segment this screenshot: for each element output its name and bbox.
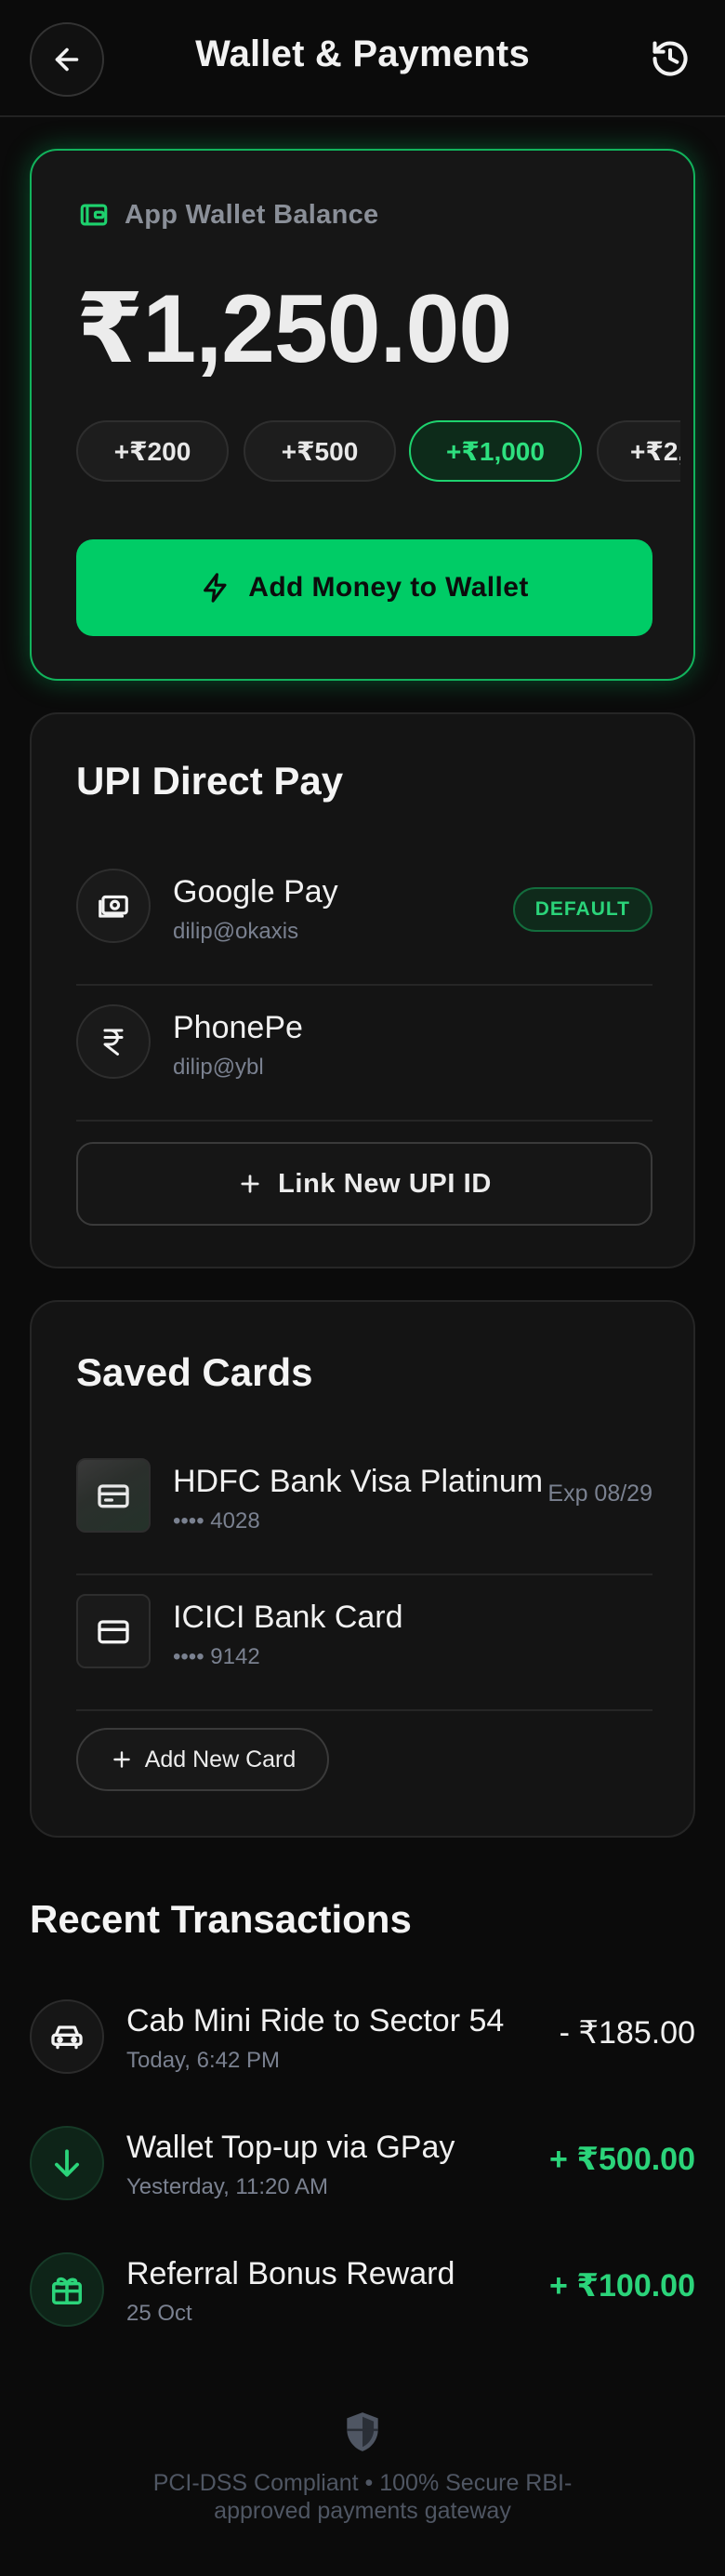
link-upi-label: Link New UPI ID: [278, 1168, 492, 1199]
transaction-name: Wallet Top-up via GPay: [126, 2130, 455, 2165]
security-text: PCI-DSS Compliant • 100% Secure RBI-appr…: [152, 2470, 573, 2524]
history-button[interactable]: [647, 35, 693, 82]
cash-icon: [76, 869, 151, 943]
wallet-balance-card: App Wallet Balance ₹1,250.00 +₹200 +₹500…: [30, 149, 695, 681]
transaction-row[interactable]: Cab Mini Ride to Sector 54 Today, 6:42 P…: [30, 1986, 695, 2089]
add-card-label: Add New Card: [144, 1746, 297, 1773]
upi-name: PhonePe: [173, 1010, 303, 1045]
upi-item-phonepe[interactable]: PhonePe dilip@ybl: [76, 986, 652, 1122]
history-icon: [652, 41, 688, 76]
saved-cards-title: Saved Cards: [76, 1350, 313, 1394]
default-badge: DEFAULT: [512, 887, 652, 932]
link-new-upi-button[interactable]: Link New UPI ID: [76, 1142, 652, 1226]
chip-200[interactable]: +₹200: [76, 420, 229, 482]
transaction-amount: + ₹100.00: [549, 2268, 695, 2304]
transaction-amount: + ₹500.00: [549, 2142, 695, 2177]
card-item-hdfc[interactable]: HDFC Bank Visa Platinum •••• 4028 Exp 08…: [76, 1440, 652, 1575]
upi-handle: dilip@ybl: [173, 1055, 264, 1080]
upi-section-title: UPI Direct Pay: [76, 759, 344, 803]
transaction-amount: - ₹185.00: [559, 2015, 695, 2051]
arrow-down-icon: [30, 2126, 104, 2200]
credit-card-icon: [76, 1458, 151, 1533]
saved-cards-section: Saved Cards HDFC Bank Visa Platinum ••••…: [30, 1300, 695, 1838]
card-number: •••• 9142: [173, 1644, 260, 1669]
transaction-row[interactable]: Referral Bonus Reward 25 Oct + ₹100.00: [30, 2239, 695, 2342]
upi-section: UPI Direct Pay Google Pay dilip@okaxis D…: [30, 712, 695, 1268]
upi-handle: dilip@okaxis: [173, 919, 299, 944]
transaction-time: Yesterday, 11:20 AM: [126, 2174, 329, 2199]
app-header: Wallet & Payments: [0, 0, 725, 117]
chip-500[interactable]: +₹500: [244, 420, 396, 482]
add-money-button[interactable]: Add Money to Wallet: [76, 539, 652, 636]
rupee-icon: [76, 1004, 151, 1079]
card-expiry: Exp 08/29: [547, 1481, 652, 1507]
credit-card-icon: [76, 1594, 151, 1668]
transaction-name: Referral Bonus Reward: [126, 2256, 455, 2291]
transaction-time: Today, 6:42 PM: [126, 2048, 280, 2073]
shield-icon: [347, 2412, 378, 2451]
upi-item-google-pay[interactable]: Google Pay dilip@okaxis DEFAULT: [76, 850, 652, 986]
upi-name: Google Pay: [173, 874, 338, 910]
wallet-balance-amount: ₹1,250.00: [76, 275, 512, 383]
transaction-time: 25 Oct: [126, 2301, 192, 2326]
add-new-card-button[interactable]: Add New Card: [76, 1728, 329, 1791]
wallet-icon: [80, 204, 108, 226]
card-number: •••• 4028: [173, 1508, 260, 1534]
recent-transactions-title: Recent Transactions: [30, 1897, 412, 1941]
transaction-name: Cab Mini Ride to Sector 54: [126, 2003, 505, 2038]
add-money-label: Add Money to Wallet: [248, 572, 529, 603]
car-icon: [30, 1999, 104, 2074]
card-item-icici[interactable]: ICICI Bank Card •••• 9142: [76, 1575, 652, 1711]
transaction-row[interactable]: Wallet Top-up via GPay Yesterday, 11:20 …: [30, 2113, 695, 2215]
security-footer: PCI-DSS Compliant • 100% Secure RBI-appr…: [0, 2409, 725, 2525]
plus-icon: [112, 1751, 130, 1768]
wallet-label-row: App Wallet Balance: [78, 199, 378, 231]
lightning-icon: [204, 573, 227, 603]
page-title: Wallet & Payments: [195, 33, 530, 74]
gift-icon: [30, 2252, 104, 2327]
chip-2000[interactable]: +₹2,000: [597, 420, 680, 482]
chip-1000[interactable]: +₹1,000: [409, 420, 582, 482]
wallet-label: App Wallet Balance: [125, 199, 379, 230]
card-name: HDFC Bank Visa Platinum: [173, 1464, 544, 1499]
card-name: ICICI Bank Card: [173, 1600, 403, 1635]
plus-icon: [241, 1175, 259, 1193]
quick-amount-chips: +₹200 +₹500 +₹1,000 +₹2,000: [76, 420, 680, 482]
